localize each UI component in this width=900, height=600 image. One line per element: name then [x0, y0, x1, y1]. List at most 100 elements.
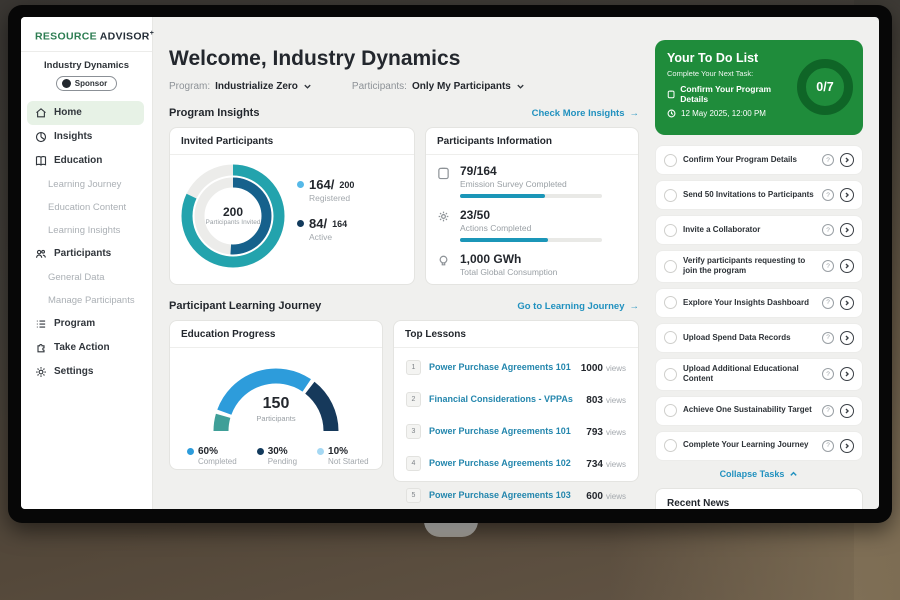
- task-row-invite-collaborator[interactable]: Invite a Collaborator ?: [655, 215, 863, 245]
- sidebar-item-participants[interactable]: Participants: [21, 242, 152, 266]
- task-row-upload-educational-content[interactable]: Upload Additional Educational Content ?: [655, 358, 863, 391]
- checkbox[interactable]: [664, 439, 677, 452]
- info-icon[interactable]: ?: [822, 154, 834, 166]
- sidebar-item-insights[interactable]: Insights: [21, 125, 152, 149]
- todo-summary-card: Your To Do List Complete Your Next Task:…: [655, 40, 863, 135]
- link-label: Go to Learning Journey: [517, 301, 624, 312]
- info-icon[interactable]: ?: [822, 332, 834, 344]
- info-icon[interactable]: ?: [822, 368, 834, 380]
- sidebar-item-label: Settings: [54, 366, 93, 377]
- checkbox[interactable]: [664, 368, 677, 381]
- checkbox[interactable]: [664, 224, 677, 237]
- monitor-stand: [424, 521, 478, 537]
- task-row-upload-spend-data[interactable]: Upload Spend Data Records ?: [655, 323, 863, 353]
- donut-center-value: 200: [223, 205, 243, 219]
- legend-label: Active: [309, 232, 354, 242]
- program-filter-value: Industrialize Zero: [215, 81, 298, 92]
- chevron-right-icon[interactable]: [840, 296, 854, 310]
- task-label: Invite a Collaborator: [683, 220, 816, 240]
- invited-participants-card: Invited Participants 200 Participants In…: [169, 127, 415, 285]
- chevron-right-icon[interactable]: [840, 153, 854, 167]
- info-icon[interactable]: ?: [822, 224, 834, 236]
- participants-filter-dropdown[interactable]: Participants: Only My Participants: [352, 81, 525, 92]
- lesson-link[interactable]: Financial Considerations - VPPAs: [429, 394, 578, 404]
- puzzle-icon: [35, 342, 47, 354]
- info-icon[interactable]: ?: [822, 297, 834, 309]
- program-filter-dropdown[interactable]: Program: Industrialize Zero: [169, 81, 312, 92]
- checkbox[interactable]: [664, 260, 677, 273]
- info-icon[interactable]: ?: [822, 189, 834, 201]
- info-icon[interactable]: ?: [822, 260, 834, 272]
- sidebar-item-take-action[interactable]: Take Action: [21, 336, 152, 360]
- dashboard-screen: RESOURCE ADVISOR+ Industry Dynamics Spon…: [21, 17, 879, 509]
- go-to-learning-journey-link[interactable]: Go to Learning Journey →: [517, 301, 639, 312]
- chevron-down-icon: [303, 82, 312, 91]
- task-label: Achieve One Sustainability Target: [683, 400, 816, 420]
- info-icon[interactable]: ?: [822, 405, 834, 417]
- card-title: Invited Participants: [170, 128, 414, 155]
- emission-survey-row: 79/164 Emission Survey Completed: [437, 164, 627, 198]
- checkbox[interactable]: [664, 404, 677, 417]
- sidebar-item-general-data[interactable]: General Data: [21, 266, 152, 289]
- lesson-link[interactable]: Power Purchase Agreements 101: [429, 362, 573, 372]
- sidebar-item-education-content[interactable]: Education Content: [21, 196, 152, 219]
- sponsor-badge: Sponsor: [56, 76, 117, 91]
- todo-next-task: Confirm Your Program Details: [680, 84, 791, 104]
- task-row-complete-learning-journey[interactable]: Complete Your Learning Journey ?: [655, 431, 863, 461]
- task-row-explore-insights[interactable]: Explore Your Insights Dashboard ?: [655, 288, 863, 318]
- checkbox[interactable]: [664, 296, 677, 309]
- checkbox[interactable]: [664, 154, 677, 167]
- views-count: 1000: [581, 363, 603, 374]
- check-more-insights-link[interactable]: Check More Insights →: [532, 108, 639, 119]
- checkbox[interactable]: [664, 331, 677, 344]
- chevron-right-icon[interactable]: [840, 223, 854, 237]
- lesson-link[interactable]: Power Purchase Agreements 101: [429, 426, 578, 436]
- collapse-tasks-link[interactable]: Collapse Tasks: [655, 469, 863, 479]
- sidebar-item-settings[interactable]: Settings: [21, 360, 152, 384]
- chevron-right-icon[interactable]: [840, 188, 854, 202]
- link-label: Collapse Tasks: [720, 469, 785, 479]
- sidebar-item-learning-journey[interactable]: Learning Journey: [21, 173, 152, 196]
- lesson-row: 2 Financial Considerations - VPPAs 803vi…: [405, 383, 627, 415]
- task-label: Send 50 Invitations to Participants: [683, 185, 816, 205]
- progress-bar: [460, 238, 602, 242]
- app-logo: RESOURCE ADVISOR+: [21, 17, 152, 51]
- chevron-right-icon[interactable]: [840, 367, 854, 381]
- chevron-up-icon: [789, 470, 798, 478]
- sidebar-item-education[interactable]: Education: [21, 149, 152, 173]
- task-row-send-invitations[interactable]: Send 50 Invitations to Participants ?: [655, 180, 863, 210]
- chevron-right-icon[interactable]: [840, 259, 854, 273]
- chevron-right-icon[interactable]: [840, 439, 854, 453]
- task-label: Upload Spend Data Records: [683, 328, 816, 348]
- gauge-center-value: 150: [201, 395, 351, 413]
- task-row-confirm-program[interactable]: Confirm Your Program Details ?: [655, 145, 863, 175]
- sidebar-item-label: Participants: [54, 248, 111, 259]
- sidebar-item-label: Learning Journey: [48, 179, 121, 190]
- sidebar-item-program[interactable]: Program: [21, 312, 152, 336]
- education-gauge-chart: 150 Participants: [201, 359, 351, 439]
- lesson-link[interactable]: Power Purchase Agreements 102: [429, 458, 578, 468]
- chevron-right-icon[interactable]: [840, 331, 854, 345]
- chevron-right-icon[interactable]: [840, 404, 854, 418]
- checkbox[interactable]: [664, 189, 677, 202]
- program-filter-label: Program:: [169, 81, 210, 92]
- task-row-achieve-target[interactable]: Achieve One Sustainability Target ?: [655, 396, 863, 426]
- legend-pct: 30%: [268, 446, 288, 457]
- not-started-dot-icon: [317, 448, 324, 455]
- registered-dot-icon: [297, 181, 304, 188]
- lesson-link[interactable]: Power Purchase Agreements 103: [429, 490, 578, 500]
- home-icon: [35, 107, 47, 119]
- legend-active: 84/164 Active: [297, 216, 354, 242]
- rank-badge: 5: [406, 488, 421, 503]
- sidebar-item-home[interactable]: Home: [27, 101, 144, 125]
- sidebar-item-learning-insights[interactable]: Learning Insights: [21, 219, 152, 242]
- sidebar-item-manage-participants[interactable]: Manage Participants: [21, 289, 152, 312]
- views-suffix: views: [606, 396, 626, 405]
- views-suffix: views: [606, 460, 626, 469]
- clipboard-icon: [437, 164, 452, 198]
- learning-journey-heading: Participant Learning Journey: [169, 300, 321, 312]
- todo-panel: Your To Do List Complete Your Next Task:…: [650, 17, 879, 509]
- task-row-verify-participants[interactable]: Verify participants requesting to join t…: [655, 250, 863, 283]
- consumption-row: 1,000 GWh Total Global Consumption: [437, 252, 627, 282]
- info-icon[interactable]: ?: [822, 440, 834, 452]
